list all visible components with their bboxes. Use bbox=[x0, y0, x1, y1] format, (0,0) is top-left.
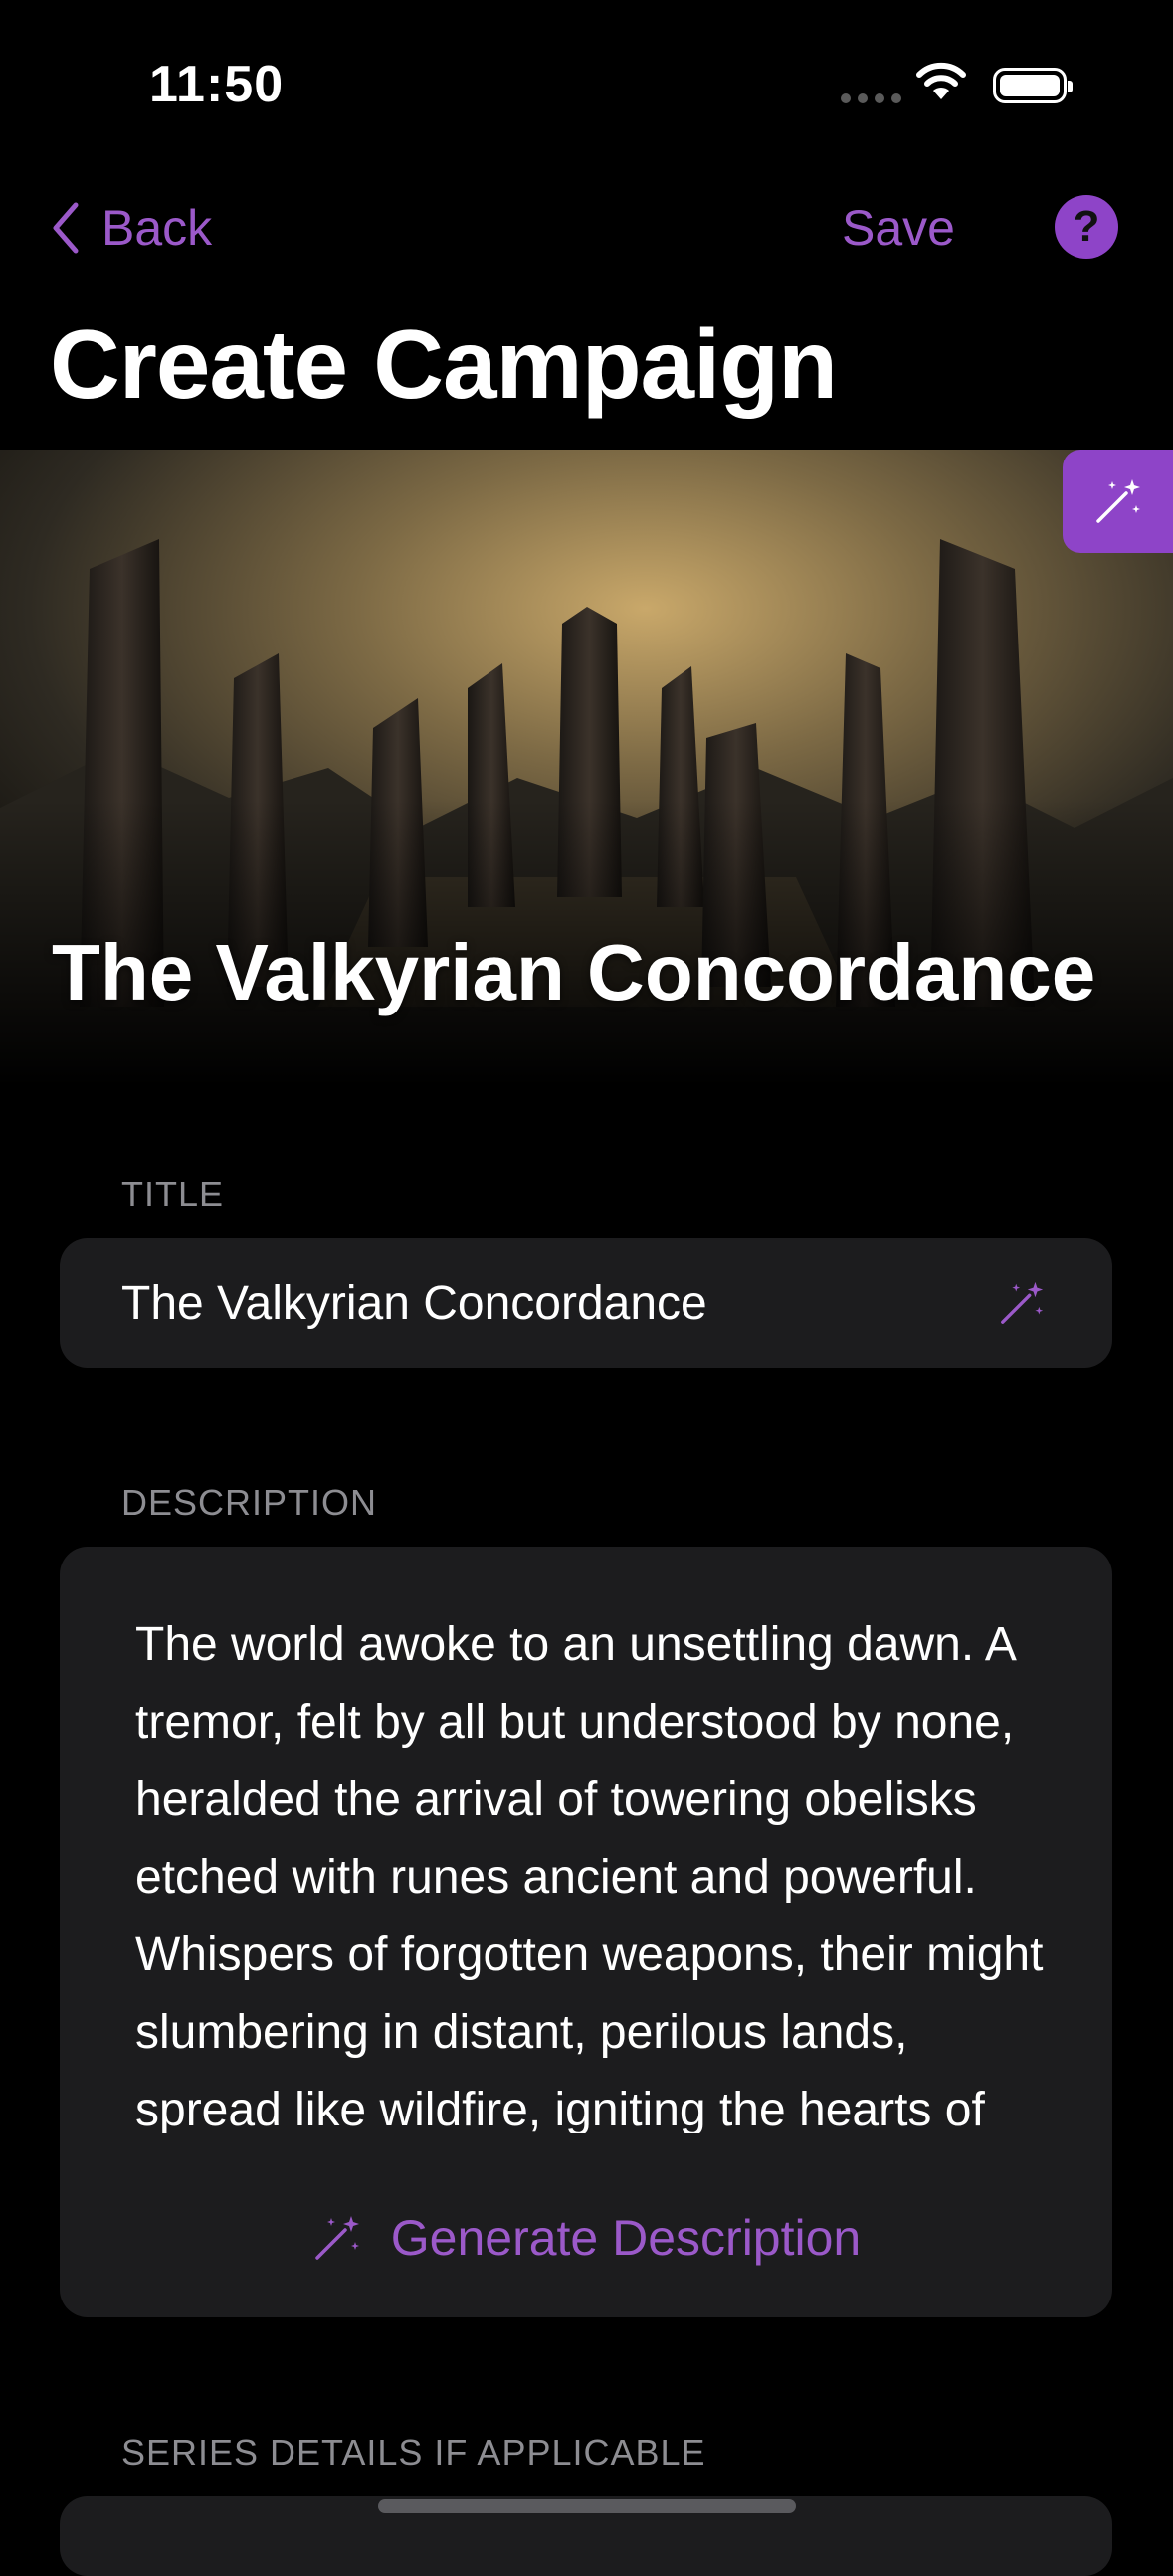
series-section-label: SERIES DETAILS IF APPLICABLE bbox=[121, 2432, 706, 2473]
back-label: Back bbox=[101, 200, 213, 256]
navigation-bar: Back Save ? bbox=[0, 179, 1173, 278]
hero-campaign-title: The Valkyrian Concordance bbox=[52, 928, 1096, 1016]
description-section-label: DESCRIPTION bbox=[121, 1482, 378, 1523]
back-button[interactable]: Back bbox=[50, 199, 212, 257]
chevron-left-icon bbox=[53, 202, 79, 254]
title-field[interactable]: The Valkyrian Concordance bbox=[60, 1238, 1112, 1368]
battery-icon bbox=[993, 68, 1073, 103]
campaign-cover-image: The Valkyrian Concordance bbox=[0, 450, 1173, 1086]
cellular-icon bbox=[841, 93, 901, 103]
magic-wand-icon bbox=[1095, 479, 1140, 523]
generate-description-label: Generate Description bbox=[390, 2210, 862, 2266]
magic-wand-icon bbox=[315, 2216, 359, 2260]
page-title: Create Campaign bbox=[50, 309, 838, 419]
wifi-icon bbox=[916, 62, 966, 99]
generate-image-button[interactable] bbox=[1063, 450, 1173, 553]
help-button[interactable]: ? bbox=[1055, 195, 1118, 259]
description-field[interactable]: The world awoke to an unsettling dawn. A… bbox=[60, 1547, 1112, 2317]
status-bar: 11:50 bbox=[0, 0, 1173, 149]
save-button[interactable]: Save bbox=[842, 199, 955, 257]
title-input[interactable]: The Valkyrian Concordance bbox=[121, 1276, 707, 1331]
description-textarea[interactable]: The world awoke to an unsettling dawn. A… bbox=[135, 1606, 1051, 2133]
title-section-label: TITLE bbox=[121, 1174, 225, 1214]
home-indicator bbox=[378, 2499, 796, 2513]
magic-wand-icon[interactable] bbox=[997, 1278, 1047, 1328]
status-time: 11:50 bbox=[149, 56, 285, 113]
generate-description-button[interactable]: Generate Description bbox=[60, 2209, 1112, 2267]
